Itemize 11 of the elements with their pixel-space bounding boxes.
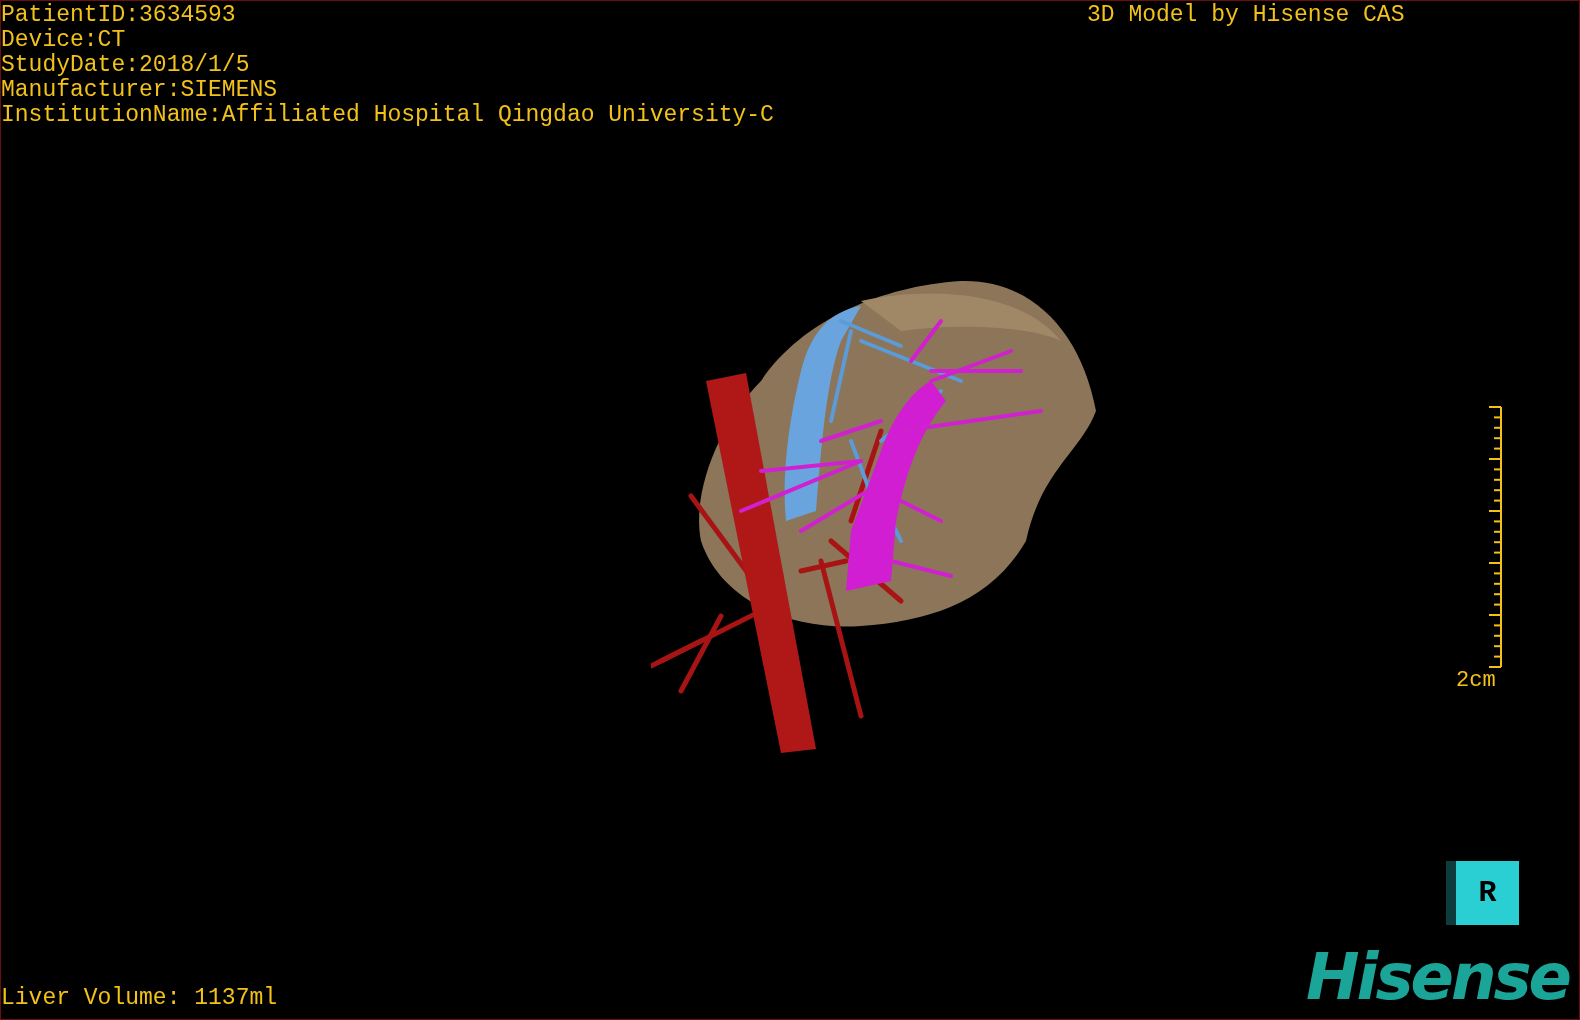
study-info-line: Manufacturer:SIEMENS bbox=[1, 78, 279, 103]
liver-volume-text: Liver Volume: 1137ml bbox=[1, 986, 278, 1011]
credit-text: 3D Model by Hisense CAS bbox=[1087, 3, 1405, 28]
brand-logo: Hisense bbox=[1305, 941, 1571, 1013]
study-info-line: Device:CT bbox=[1, 28, 127, 53]
study-info-line: InstitutionName:Affiliated Hospital Qingdao University-C bbox=[1, 103, 774, 128]
study-info-line: PatientID:3634593 bbox=[1, 3, 237, 28]
study-info-line: StudyDate:2018/1/5 bbox=[1, 53, 251, 78]
scale-ruler-icon bbox=[1487, 406, 1503, 668]
orientation-cube[interactable]: R bbox=[1446, 861, 1519, 925]
scale-label: 2cm bbox=[1456, 669, 1496, 693]
